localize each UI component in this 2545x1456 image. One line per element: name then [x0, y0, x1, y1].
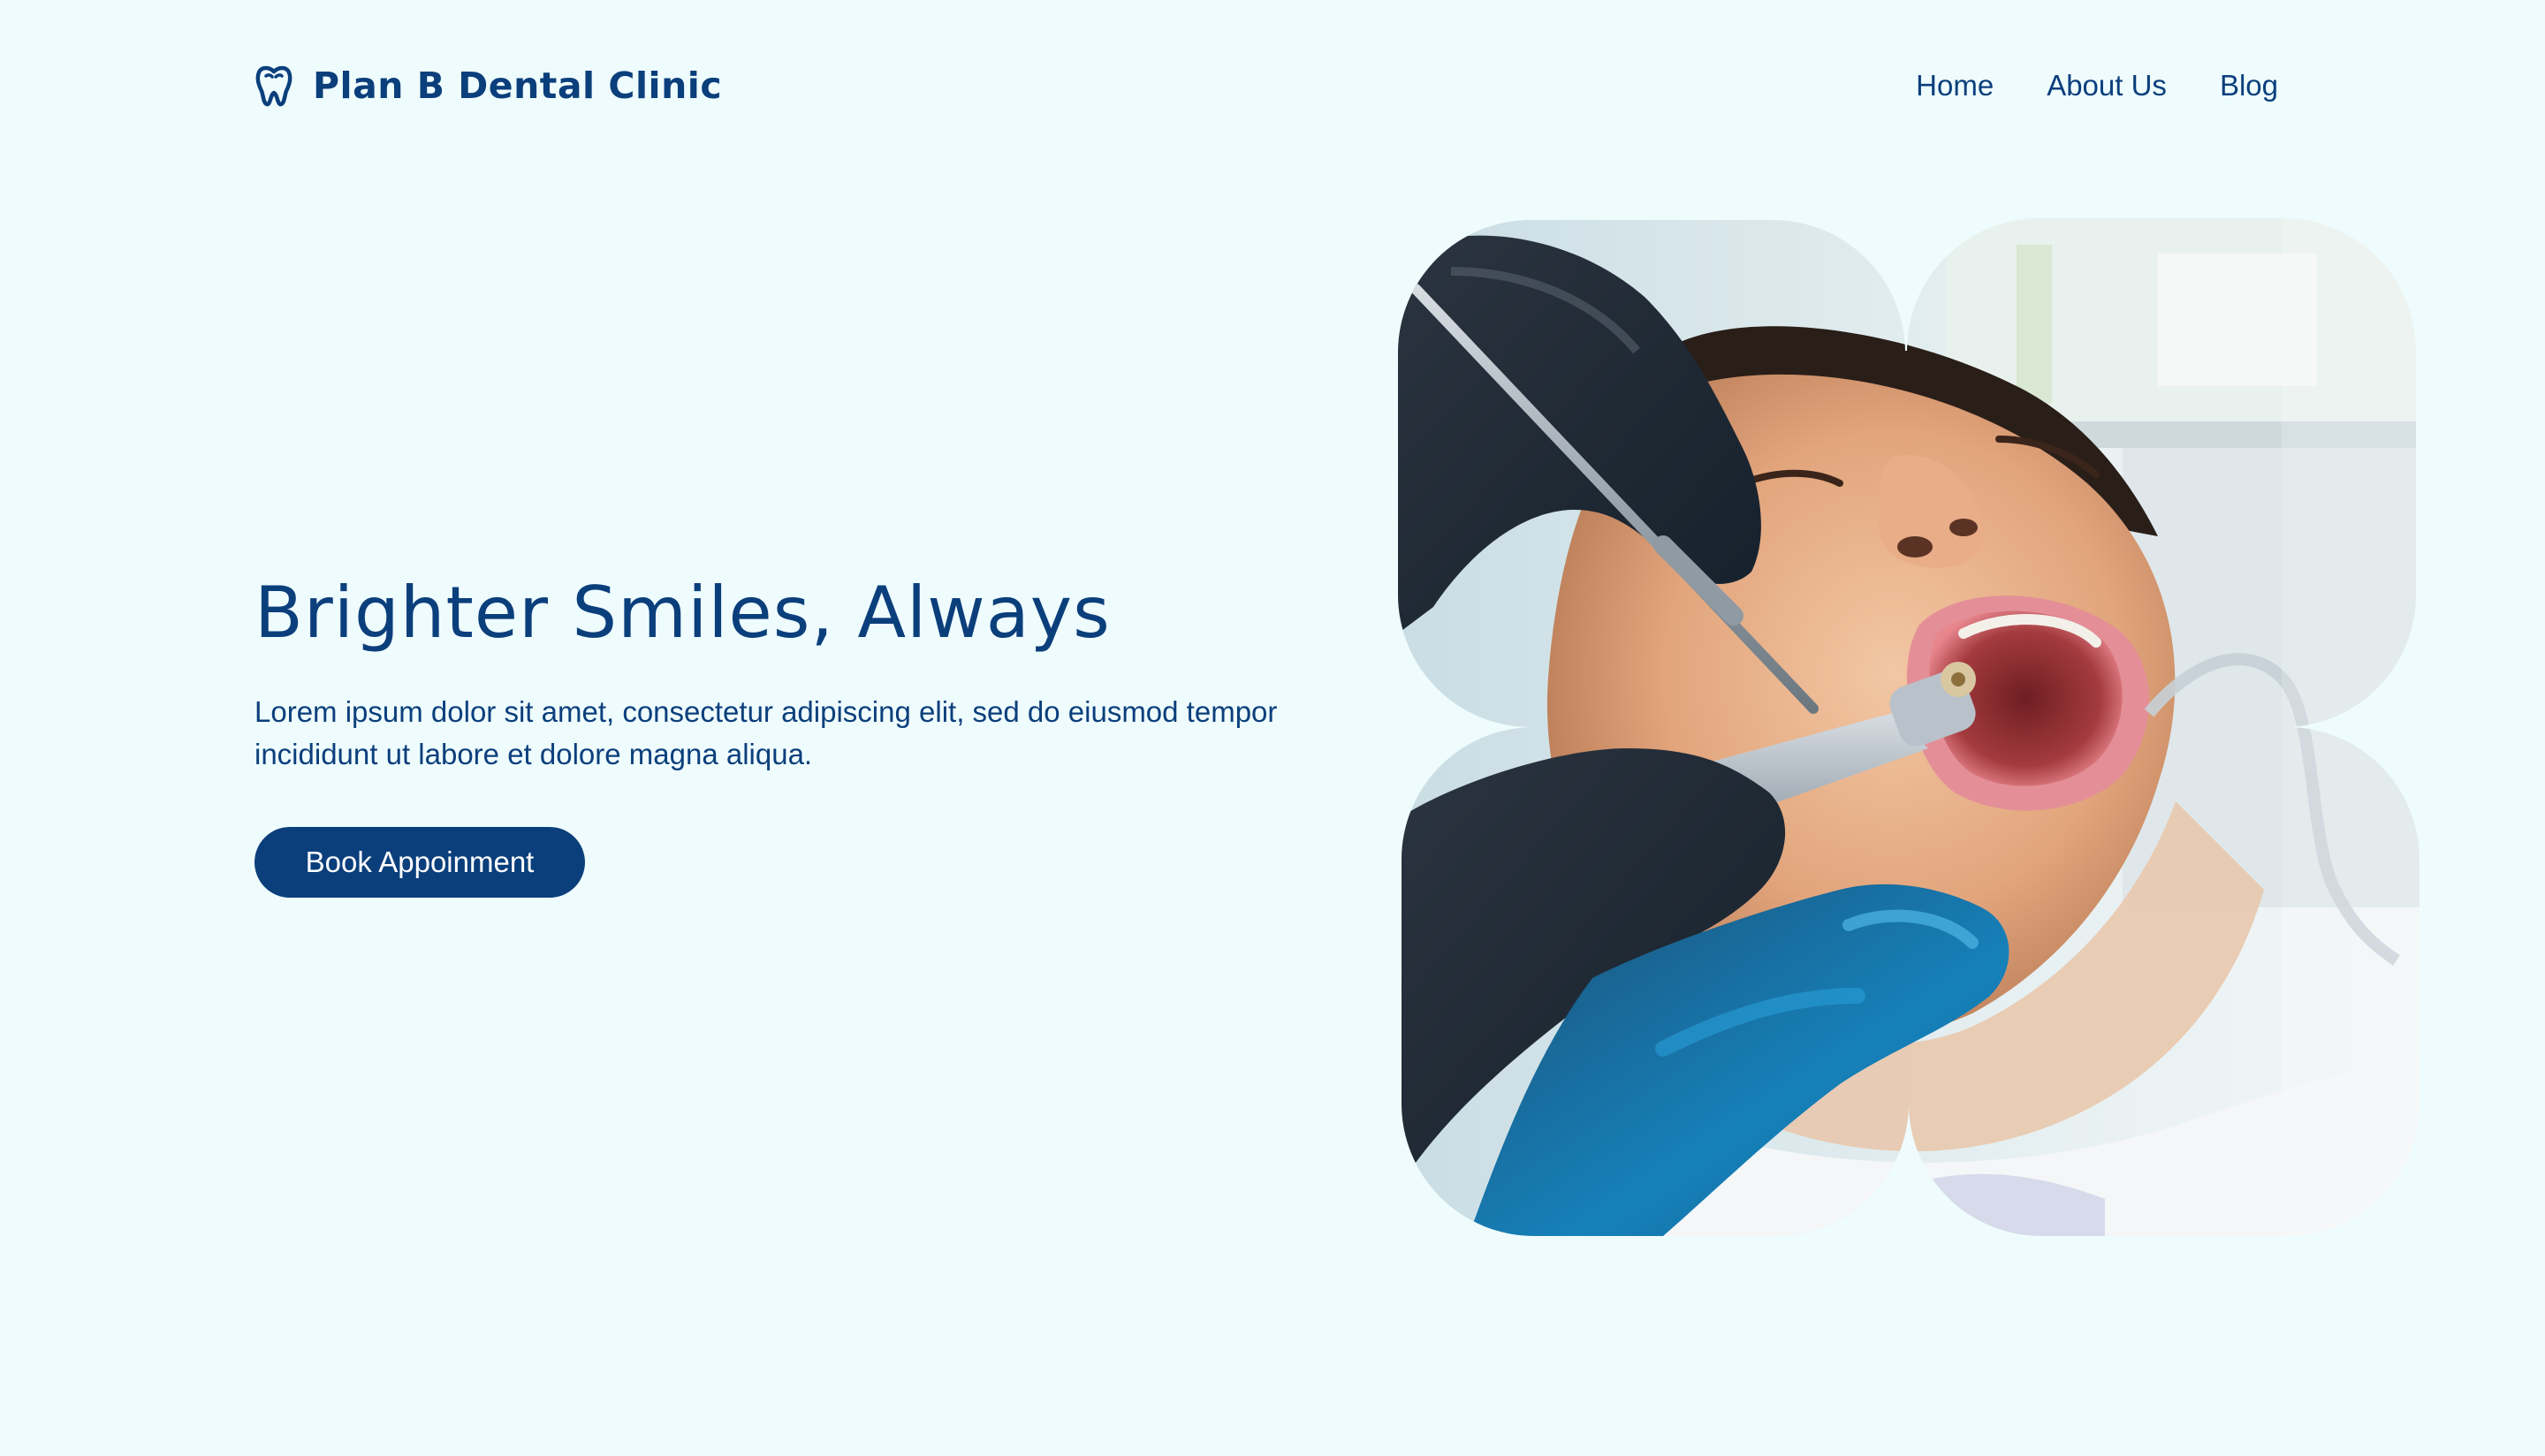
hero-title: Brighter Smiles, Always — [254, 572, 1111, 654]
hero-image — [1398, 218, 2420, 1236]
nav-home-link[interactable]: Home — [1916, 69, 1994, 102]
hero-description: Lorem ipsum dolor sit amet, consectetur … — [254, 695, 1278, 770]
site-header: Plan B Dental Clinic Home About Us Blog — [254, 53, 2290, 118]
nav-about-us-link[interactable]: About Us — [2047, 69, 2167, 102]
main-nav: Home About Us Blog — [1916, 69, 2278, 102]
nav-blog-link[interactable]: Blog — [2220, 69, 2278, 102]
dental-procedure-photo — [1398, 218, 2420, 1236]
brand-logo-link[interactable]: Plan B Dental Clinic — [254, 64, 722, 107]
tooth-icon — [255, 65, 292, 107]
brand-name: Plan B Dental Clinic — [313, 64, 723, 107]
book-appointment-button[interactable]: Book Appoinment — [254, 827, 585, 898]
hero-section: Brighter Smiles, Always Lorem ipsum dolo… — [254, 565, 1333, 898]
